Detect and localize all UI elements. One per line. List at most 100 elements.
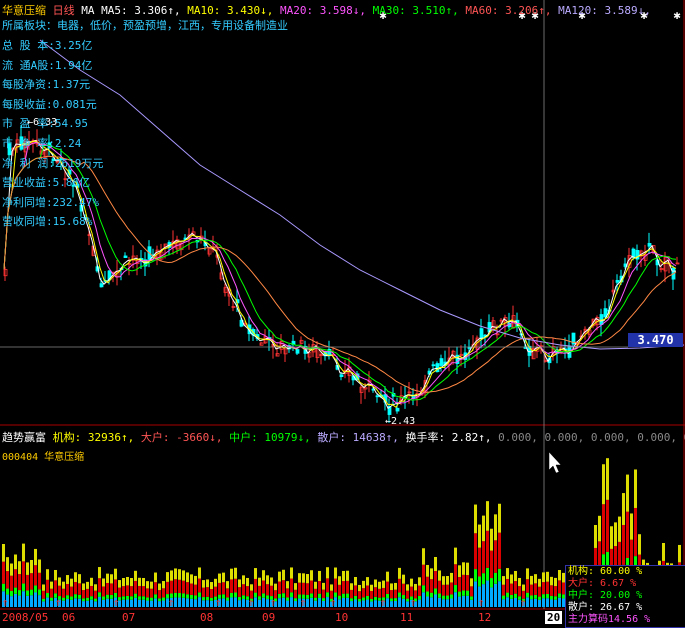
volume-segment — [510, 598, 513, 607]
ma60-value: MA60: 3.206↑, — [465, 4, 552, 17]
volume-segment — [338, 576, 341, 585]
volume-segment — [314, 597, 317, 601]
volume-segment — [154, 572, 157, 583]
volume-segment — [154, 582, 157, 595]
volume-segment — [326, 578, 329, 593]
volume-segment — [206, 579, 209, 588]
stock-name: 华意压缩 — [2, 4, 46, 17]
volume-segment — [322, 600, 325, 607]
volume-segment — [62, 600, 65, 607]
volume-segment — [386, 581, 389, 594]
signal-arrow-icon: ⇑ — [300, 596, 307, 609]
volume-segment — [90, 596, 93, 600]
volume-segment — [70, 599, 73, 607]
volume-segment — [146, 581, 149, 589]
volume-segment — [514, 593, 517, 598]
volume-segment — [290, 592, 293, 598]
volume-segment — [426, 576, 429, 592]
axis-label: 12 — [478, 611, 492, 624]
volume-segment — [90, 577, 93, 586]
volume-segment — [442, 576, 445, 585]
volume-segment — [426, 596, 429, 607]
volume-segment — [454, 564, 457, 586]
signal-arrow-icon: ⇑ — [248, 596, 255, 609]
volume-segment — [46, 597, 49, 607]
volume-segment — [438, 570, 441, 581]
volume-segment — [290, 578, 293, 593]
axis-label: 11 — [400, 611, 414, 624]
volume-segment — [446, 599, 449, 607]
volume-segment — [462, 574, 465, 591]
volume-segment — [362, 588, 365, 598]
stock-chart-canvas[interactable]: ✱✱✱✱✱✱⇑⇑⇑⇑⇑⇑⇑⇑⇑⇑⇑⇑⇑⇑⇑ — [0, 0, 685, 626]
volume-segment — [26, 574, 29, 591]
volume-segment — [106, 594, 109, 599]
volume-segment — [74, 594, 77, 599]
volume-segment — [10, 575, 13, 591]
volume-segment — [350, 589, 353, 599]
volume-segment — [18, 574, 21, 591]
volume-segment — [218, 573, 221, 583]
volume-segment — [98, 592, 101, 598]
indicator-name[interactable]: 趋势赢富 — [2, 431, 46, 444]
volume-segment — [514, 570, 517, 582]
volume-segment — [106, 573, 109, 583]
volume-segment — [182, 580, 185, 594]
volume-segment — [246, 586, 249, 597]
volume-segment — [70, 586, 73, 597]
volume-segment — [454, 585, 457, 593]
volume-segment — [222, 594, 225, 599]
volume-segment — [154, 598, 157, 607]
volume-segment — [394, 600, 397, 607]
volume-segment — [462, 590, 465, 596]
period-label[interactable]: 日线 — [53, 4, 75, 17]
candle-body — [431, 364, 436, 367]
volume-segment — [130, 578, 133, 587]
volume-segment — [538, 578, 541, 587]
volume-segment — [142, 577, 145, 587]
volume-segment — [150, 597, 153, 601]
volume-segment — [494, 514, 497, 541]
axis-label: 2008/05 — [2, 611, 49, 624]
volume-segment — [222, 582, 225, 595]
volume-segment — [90, 585, 93, 597]
volume-segment — [18, 561, 21, 575]
volume-segment — [158, 598, 161, 602]
volume-segment — [626, 474, 629, 512]
volume-segment — [550, 585, 553, 596]
volume-segment — [2, 561, 5, 584]
volume-segment — [62, 581, 65, 589]
volume-segment — [370, 598, 373, 602]
low-price-marker: ←2.43 — [385, 416, 416, 427]
main-header: 华意压缩 日线 MA MA5: 3.306↑, MA10: 3.430↓, MA… — [2, 2, 651, 18]
volume-segment — [354, 577, 357, 586]
volume-segment — [266, 595, 269, 600]
volume-segment — [86, 588, 89, 598]
info-row: 每股收益:0.081元 — [2, 97, 97, 111]
volume-segment — [98, 597, 101, 607]
volume-segment — [146, 600, 149, 607]
candle-body — [439, 358, 444, 366]
stock-code-name: 000404 华意压缩 — [2, 452, 85, 463]
volume-segment — [418, 577, 421, 586]
volume-segment — [262, 597, 265, 607]
volume-segment — [386, 571, 389, 582]
volume-segment — [430, 579, 433, 593]
volume-segment — [50, 581, 53, 589]
volume-segment — [418, 599, 421, 607]
volume-segment — [506, 597, 509, 607]
volume-segment — [22, 543, 25, 562]
volume-segment — [242, 599, 245, 607]
volume-segment — [546, 581, 549, 594]
volume-segment — [470, 586, 473, 597]
volume-segment — [462, 595, 465, 607]
volume-segment — [314, 588, 317, 598]
volume-segment — [286, 600, 289, 607]
volume-segment — [22, 561, 25, 584]
volume-segment — [294, 583, 297, 590]
volume-segment — [82, 601, 85, 607]
volume-segment — [230, 597, 233, 607]
volume-segment — [510, 574, 513, 584]
volume-segment — [310, 597, 313, 607]
volume-segment — [366, 595, 369, 600]
